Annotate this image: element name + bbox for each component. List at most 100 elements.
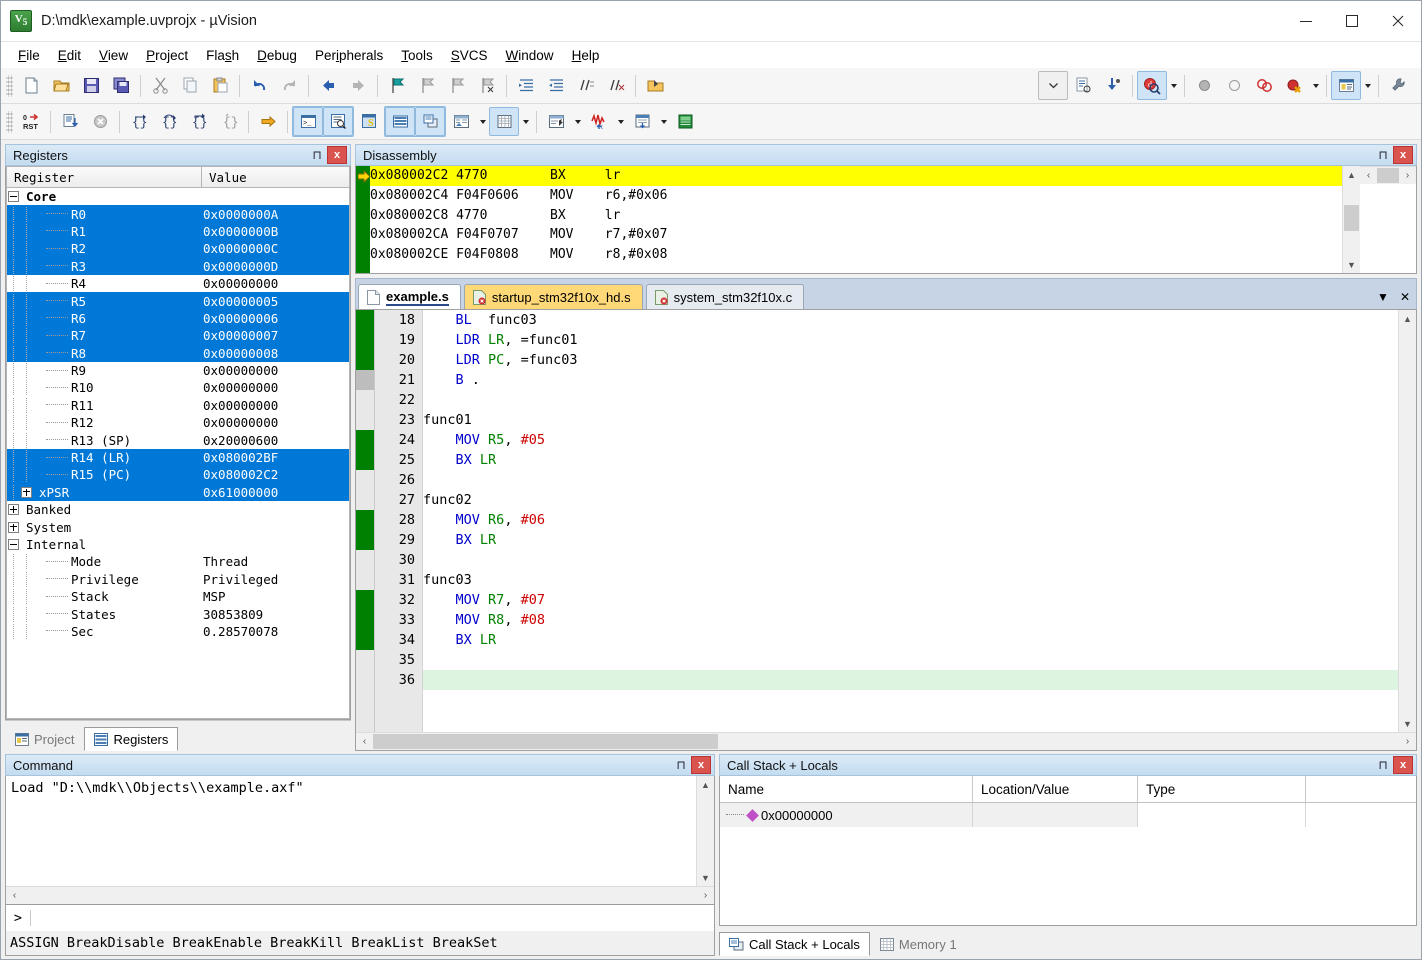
code-line[interactable]: [423, 650, 1398, 670]
tab-memory-1[interactable]: Memory 1: [869, 932, 967, 956]
scroll-right-icon[interactable]: ›: [1399, 167, 1416, 184]
analyzer-options-chevron-down-icon[interactable]: [614, 108, 627, 135]
disassembly-line[interactable]: 0x080002CA F04F0707 MOV r7,#0x07: [370, 225, 1342, 245]
coverage-marker[interactable]: [356, 350, 374, 370]
register-row[interactable]: Core: [7, 188, 349, 205]
register-value[interactable]: 0x080002C2: [203, 467, 349, 482]
disassembly-window-icon[interactable]: [323, 107, 353, 136]
editor-tab-startup-s[interactable]: startup_stm32f10x_hd.s: [463, 284, 643, 309]
menu-peripherals[interactable]: Peripherals: [306, 45, 392, 66]
scroll-right-icon[interactable]: ›: [697, 887, 714, 904]
code-line[interactable]: MOV R7, #07: [423, 590, 1398, 610]
tree-twisty-minus-icon[interactable]: [7, 538, 20, 551]
coverage-marker[interactable]: [356, 430, 374, 450]
pin-icon[interactable]: ⊓: [309, 147, 325, 163]
configure-target-icon[interactable]: [1068, 71, 1098, 100]
hscroll-thumb[interactable]: [1377, 168, 1399, 183]
code-line[interactable]: B .: [423, 370, 1398, 390]
code-line[interactable]: func02: [423, 490, 1398, 510]
code-line[interactable]: func03: [423, 570, 1398, 590]
coverage-marker[interactable]: [356, 550, 374, 570]
callstack-row-name-cell[interactable]: 0x00000000: [720, 803, 973, 827]
register-value[interactable]: 0x0000000D: [203, 259, 349, 274]
register-row[interactable]: R8 0x00000008: [7, 344, 349, 362]
tab-registers[interactable]: Registers: [84, 727, 179, 751]
code-line[interactable]: BX LR: [423, 530, 1398, 550]
command-vscrollbar[interactable]: ▲ ▼: [696, 776, 714, 886]
register-value[interactable]: 0x0000000B: [203, 224, 349, 239]
reset-cpu-icon[interactable]: 0 RST: [16, 107, 46, 136]
code-line[interactable]: MOV R5, #05: [423, 430, 1398, 450]
register-value[interactable]: 0x00000000: [203, 363, 349, 378]
coverage-marker[interactable]: [356, 470, 374, 490]
register-row[interactable]: R5 0x00000005: [7, 292, 349, 310]
register-value[interactable]: 0x00000000: [203, 415, 349, 430]
run-icon[interactable]: [55, 107, 85, 136]
register-row[interactable]: R10 0x00000000: [7, 379, 349, 396]
register-row[interactable]: Stack MSP: [7, 588, 349, 605]
code-line[interactable]: [423, 670, 1398, 690]
navigate-forward-icon[interactable]: [343, 71, 373, 100]
register-row[interactable]: R14 (LR) 0x080002BF: [7, 448, 349, 467]
register-value[interactable]: 0x61000000: [203, 485, 349, 500]
coverage-marker[interactable]: [356, 630, 374, 650]
coverage-marker[interactable]: [356, 310, 374, 330]
disassembly-vscrollbar[interactable]: ▲ ▼: [1342, 166, 1360, 273]
register-value[interactable]: 0x00000005: [203, 294, 349, 309]
pin-icon[interactable]: ⊓: [1375, 147, 1391, 163]
toolbar-grip[interactable]: [6, 74, 13, 97]
editor-coverage-margin[interactable]: [356, 310, 375, 732]
breakpoint-options-chevron-down-icon[interactable]: [1309, 72, 1322, 99]
register-row[interactable]: R2 0x0000000C: [7, 240, 349, 258]
kill-all-breakpoints-icon[interactable]: [1279, 71, 1309, 100]
close-icon[interactable]: x: [691, 756, 711, 774]
close-button[interactable]: [1375, 1, 1421, 41]
insert-breakpoint-icon[interactable]: [1189, 71, 1219, 100]
register-value[interactable]: MSP: [203, 589, 349, 604]
register-value[interactable]: 0x20000600: [203, 433, 349, 448]
paste-icon[interactable]: [205, 71, 235, 100]
table-row[interactable]: 0x00000000: [720, 803, 1416, 827]
tree-twisty-plus-icon[interactable]: [7, 503, 20, 516]
callstack-row-type[interactable]: [1138, 803, 1306, 827]
enable-disable-breakpoint-icon[interactable]: [1219, 71, 1249, 100]
configure-tools-icon[interactable]: [1383, 71, 1413, 100]
scroll-up-icon[interactable]: ▲: [697, 776, 714, 793]
stop-icon[interactable]: [85, 107, 115, 136]
register-value[interactable]: 0x080002BF: [203, 450, 349, 465]
register-row[interactable]: Mode Thread: [7, 553, 349, 570]
trace-options-chevron-down-icon[interactable]: [657, 108, 670, 135]
menu-tools[interactable]: Tools: [392, 45, 442, 66]
callstack-row-location[interactable]: [973, 803, 1138, 827]
editor-hscrollbar[interactable]: ‹ ›: [356, 732, 1416, 750]
register-value[interactable]: 0x00000000: [203, 380, 349, 395]
menu-project[interactable]: Project: [137, 45, 197, 66]
tree-twisty-minus-icon[interactable]: [7, 190, 20, 203]
uncomment-icon[interactable]: [601, 71, 631, 100]
close-icon[interactable]: x: [327, 146, 347, 164]
scroll-up-icon[interactable]: ▲: [1399, 310, 1416, 327]
new-file-icon[interactable]: [16, 71, 46, 100]
register-value[interactable]: 30853809: [203, 607, 349, 622]
editor-tab-list-chevron-down-icon[interactable]: ▼: [1372, 284, 1394, 309]
coverage-marker[interactable]: [356, 650, 374, 670]
scroll-down-icon[interactable]: ▼: [697, 869, 714, 886]
code-line[interactable]: BX LR: [423, 630, 1398, 650]
register-row[interactable]: xPSR 0x61000000: [7, 483, 349, 502]
code-line[interactable]: [423, 550, 1398, 570]
menu-view[interactable]: View: [90, 45, 137, 66]
register-row[interactable]: R1 0x0000000B: [7, 222, 349, 241]
menu-file[interactable]: FFileile: [9, 45, 49, 66]
comment-icon[interactable]: [571, 71, 601, 100]
code-line[interactable]: LDR PC, =func03: [423, 350, 1398, 370]
column-register[interactable]: Register: [6, 166, 202, 188]
toolbar-overflow-icon[interactable]: [1038, 71, 1068, 100]
register-value[interactable]: 0x0000000A: [203, 207, 349, 222]
code-line[interactable]: MOV R6, #06: [423, 510, 1398, 530]
register-value[interactable]: Privileged: [203, 572, 349, 587]
menu-debug[interactable]: Debug: [248, 45, 306, 66]
bookmark-next-icon[interactable]: [442, 71, 472, 100]
step-out-icon[interactable]: {}: [184, 107, 214, 136]
disable-all-breakpoints-icon[interactable]: [1249, 71, 1279, 100]
show-next-statement-icon[interactable]: [253, 107, 283, 136]
